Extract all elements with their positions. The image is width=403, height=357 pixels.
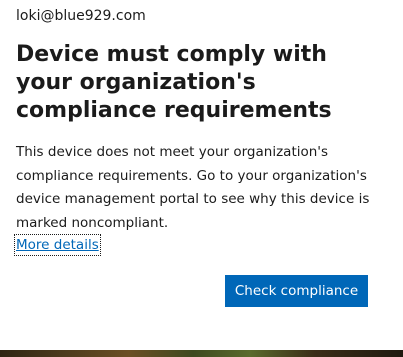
check-compliance-button[interactable]: Check compliance xyxy=(225,275,368,307)
dialog-title: Device must comply with your organizatio… xyxy=(16,42,332,123)
more-details-link[interactable]: More details xyxy=(14,234,101,256)
compliance-dialog: loki@blue929.com Device must comply with… xyxy=(0,0,403,350)
account-email: loki@blue929.com xyxy=(16,8,146,24)
desktop-wallpaper-strip xyxy=(0,350,403,357)
dialog-description: This device does not meet your organizat… xyxy=(16,144,370,231)
